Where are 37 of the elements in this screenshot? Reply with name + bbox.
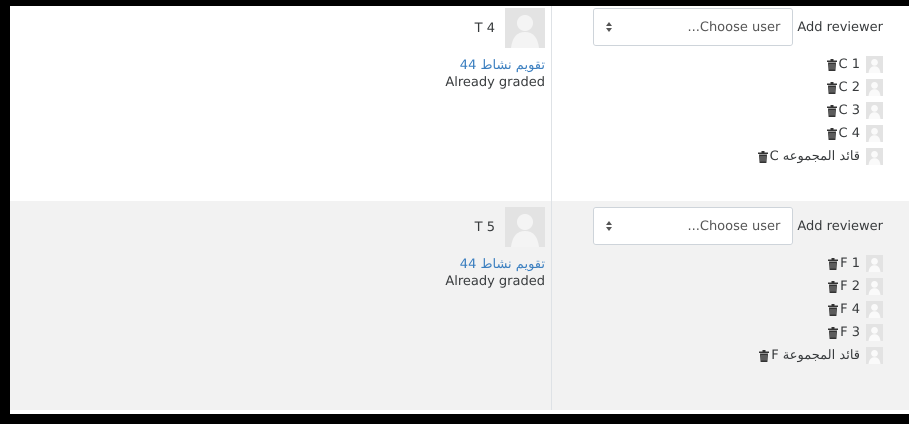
grading-status: Already graded bbox=[445, 75, 545, 90]
avatar-icon bbox=[866, 56, 883, 73]
reviewer-name: F 2 bbox=[840, 279, 860, 294]
author-name: T 5 bbox=[474, 220, 495, 234]
grading-status: Already graded bbox=[445, 274, 545, 289]
trash-icon[interactable] bbox=[826, 58, 837, 70]
reviewer-name: F 1 bbox=[840, 256, 860, 271]
trash-icon[interactable] bbox=[758, 150, 768, 162]
reviewer-name: C 1 bbox=[838, 57, 860, 72]
reviewer-name: C 3 bbox=[838, 103, 860, 118]
trash-icon[interactable] bbox=[826, 128, 837, 140]
user-select[interactable]: ...Choose user bbox=[593, 207, 794, 245]
trash-icon[interactable] bbox=[759, 350, 770, 362]
trash-icon[interactable] bbox=[826, 82, 837, 94]
activity-link[interactable]: تقويم نشاط 44 bbox=[460, 257, 545, 272]
add-reviewer-label: Add reviewer bbox=[797, 218, 883, 234]
add-reviewer-label: Add reviewer bbox=[797, 20, 883, 34]
updown-arrow-icon bbox=[606, 22, 612, 32]
user-select[interactable]: ...Choose user bbox=[593, 8, 794, 46]
reviewer-name: F 3 bbox=[840, 325, 860, 340]
trash-icon[interactable] bbox=[826, 104, 837, 116]
reviewer-name: C 2 bbox=[838, 80, 860, 95]
reviewer-name: قائد المجموعه C bbox=[770, 149, 860, 164]
trash-icon[interactable] bbox=[828, 280, 838, 292]
reviewer-name: C 4 bbox=[838, 126, 860, 141]
avatar-icon bbox=[866, 125, 883, 142]
updown-arrow-icon bbox=[606, 221, 612, 231]
avatar-icon bbox=[866, 102, 883, 119]
author-name: T 4 bbox=[474, 20, 495, 36]
trash-icon[interactable] bbox=[828, 304, 838, 316]
avatar-icon bbox=[866, 148, 883, 165]
reviewer-name: قائد المجموعة F bbox=[771, 348, 860, 363]
activity-link[interactable]: تقويم نشاط 44 bbox=[460, 58, 545, 73]
trash-icon[interactable] bbox=[828, 326, 838, 338]
trash-icon[interactable] bbox=[828, 258, 838, 270]
avatar-icon bbox=[866, 79, 883, 96]
reviewer-name: F 4 bbox=[840, 302, 860, 317]
